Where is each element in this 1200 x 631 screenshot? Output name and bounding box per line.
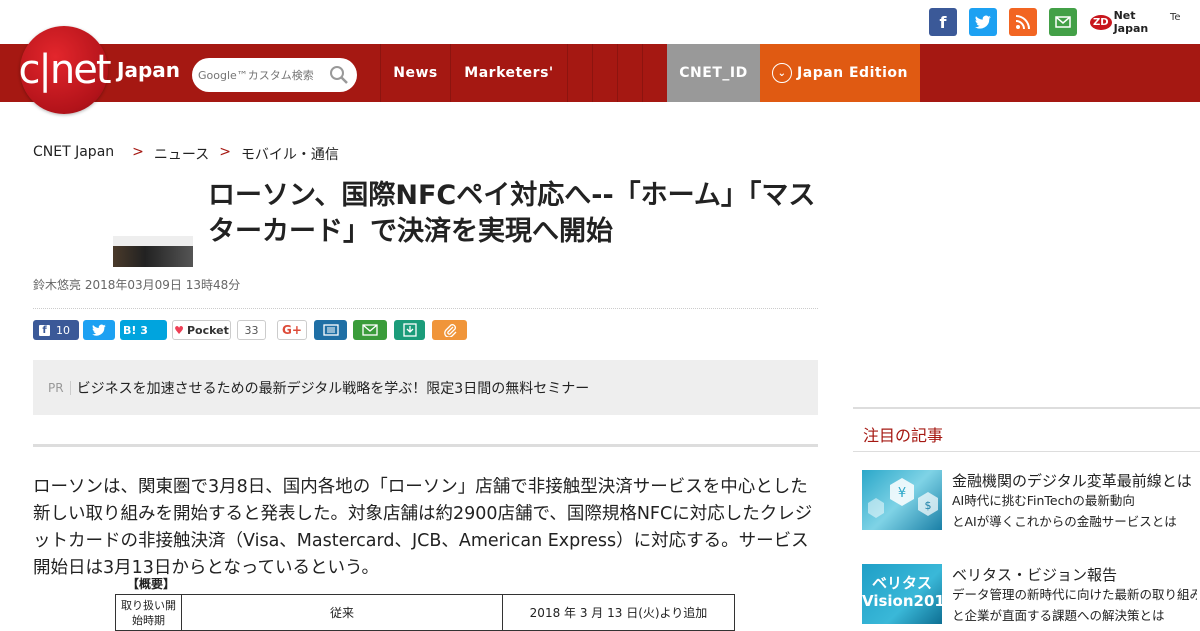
facebook-share-button[interactable]: f 10 [33,320,79,340]
sidebar-divider [853,407,1200,409]
print-button[interactable] [314,320,347,340]
pocket-count: 33 [237,320,266,340]
breadcrumb-mobile[interactable]: モバイル・通信 [241,144,339,164]
save-button[interactable] [394,320,425,340]
edition-label: Japan [117,58,180,82]
article-table-image: 【概要】 取り扱い開始時期 従来 2018 年 3 月 13 日(火)より追加 [115,575,735,631]
breadcrumb-separator: > [132,144,144,160]
article-date: 鈴木悠亮 2018年03月09日 13時48分 [33,278,241,292]
table-cell: 取り扱い開始時期 [115,594,182,631]
chevron-down-icon: ⌄ [772,63,793,83]
pocket-label: Pocket [186,323,229,337]
article-thumbnail [113,236,193,267]
breadcrumb-home[interactable]: CNET Japan [33,144,114,164]
pocket-icon: ♥ [174,323,184,337]
facebook-icon[interactable]: f [929,8,957,36]
twitter-icon [92,324,106,336]
zdnet-label: Net Japan [1113,9,1149,35]
facebook-count: 10 [56,323,70,337]
print-icon [322,324,339,336]
twitter-icon[interactable] [969,8,997,36]
nav-cnet-id[interactable]: CNET_ID [667,44,760,102]
paperclip-icon [443,324,456,337]
breadcrumb-separator: > [219,144,231,160]
sidebar-item-title[interactable]: 金融機関のデジタル変革最前線とは [952,470,1192,491]
hatena-label: B! 3 [123,323,148,337]
svg-text:¥: ¥ [898,486,906,501]
nav-marketers[interactable]: Marketers' [450,44,567,102]
clip-button[interactable] [432,320,467,340]
section-divider [33,444,818,447]
sidebar-item-desc: AI時代に挑むFinTechの最新動向 [952,493,1135,508]
nav-japan-edition[interactable]: ⌄ Japan Edition [760,44,920,102]
cnet-logo[interactable]: c|net [18,26,112,114]
techrepublic-logo[interactable]: Te [1170,12,1181,23]
fintech-icon: ¥ $ [868,478,938,518]
pr-banner[interactable]: PR ビジネスを加速させるための最新デジタル戦略を学ぶ！限定3日間の無料セミナー [33,360,818,415]
sidebar-item-title[interactable]: ベリタス・ビジョン報告 [952,564,1192,585]
hatena-bookmark-button[interactable]: B! 3 [120,320,167,340]
table-cell: 2018 年 3 月 13 日(火)より追加 [502,594,735,631]
breadcrumb-news[interactable]: ニュース [154,144,209,164]
nav-divider [617,44,618,102]
nav-divider [642,44,643,102]
table-cell: 従来 [181,594,503,631]
search-input[interactable] [192,58,322,92]
overview-table: 取り扱い開始時期 従来 2018 年 3 月 13 日(火)より追加 [115,594,735,631]
zdnet-logo[interactable]: ZD Net Japan [1090,9,1162,35]
brand-text: c|net [18,47,111,93]
nav-news[interactable]: News [380,44,450,102]
nav-divider [567,44,568,102]
google-plus-button[interactable]: G+ [277,320,307,340]
sidebar-item-image[interactable]: ¥ $ [862,470,942,530]
article-title: ローソン、国際NFCペイ対応へ--「ホーム」「マスターカード」で決済を実現へ開始 [208,180,816,247]
email-share-button[interactable] [353,320,387,340]
pr-link[interactable]: ビジネスを加速させるための最新デジタル戦略を学ぶ！限定3日間の無料セミナー [77,378,590,398]
twitter-share-button[interactable] [83,320,115,340]
edition-nav-label: Japan Edition [797,65,908,81]
nav-divider [592,44,593,102]
svg-text:$: $ [925,499,932,512]
te-label: Te [1170,12,1181,23]
sidebar-divider [853,451,1200,452]
mail-icon [362,324,378,336]
main-nav-bar [0,44,1200,102]
search-box[interactable] [192,58,357,92]
rss-icon[interactable] [1009,8,1037,36]
sidebar-item-image-text: ベリタス Vision2017 [862,574,956,610]
sidebar-item-image[interactable]: ベリタス Vision2017 [862,564,955,624]
sidebar-item-desc: とAIが導くこれからの金融サービスとは [952,514,1177,529]
sidebar-heading: 注目の記事 [863,426,944,445]
table-label: 【概要】 [127,577,176,591]
breadcrumb: CNET Japan > ニュース > モバイル・通信 [33,144,339,164]
search-icon[interactable] [329,65,349,85]
google-plus-icon: G+ [282,323,302,337]
zdnet-mark-icon: ZD [1090,14,1112,30]
download-icon [402,323,417,337]
mail-icon[interactable] [1049,8,1077,36]
pr-tag: PR [48,380,71,395]
top-utility-bar: f ZD Net Japan Te [0,0,1200,44]
sidebar-item-desc: と企業が直面する課題への解決策とは [952,608,1165,623]
sidebar-item-desc: データ管理の新時代に向けた最新の取り組み [952,587,1197,602]
article-body: ローソンは、関東圏で3月8日、国内各地の「ローソン」店舗で非接触型決済サービスを… [33,477,813,578]
divider [33,308,818,309]
facebook-icon: f [39,324,50,336]
pocket-button[interactable]: ♥ Pocket [172,320,231,340]
